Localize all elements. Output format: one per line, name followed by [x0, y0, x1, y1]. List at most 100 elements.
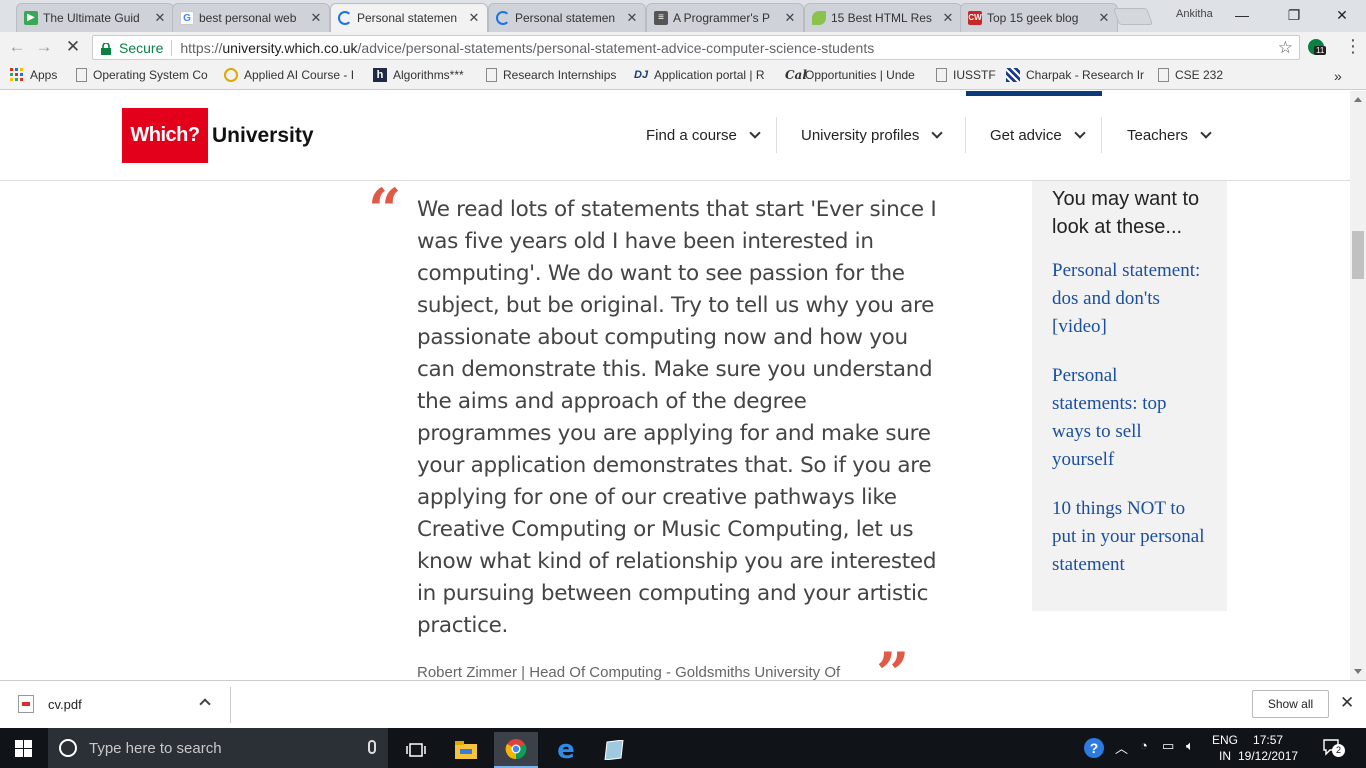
bookmark-opportunities[interactable]: Cal Opportunities | Unde: [785, 68, 919, 82]
secure-label: Secure: [119, 39, 173, 56]
bookmark-apps[interactable]: Apps: [10, 68, 57, 82]
page-scrollbar[interactable]: [1350, 91, 1366, 680]
nav-teachers[interactable]: Teachers: [1127, 115, 1212, 155]
chevron-up-icon[interactable]: [199, 698, 211, 710]
bookmark-label: Opportunities | Unde: [805, 68, 915, 82]
bookmark-iusstf[interactable]: IUSSTF: [936, 68, 996, 82]
new-tab-button[interactable]: [1112, 8, 1154, 25]
close-tab-icon[interactable]: ✕: [309, 10, 323, 26]
browser-toolbar: ← → ✕ Secure https://university.which.co…: [0, 32, 1366, 62]
page-icon: [936, 68, 947, 82]
chevron-down-icon: [1200, 127, 1212, 139]
tab-personal-statement-active[interactable]: Personal statemen ✕: [330, 3, 488, 32]
page-icon: [486, 68, 497, 82]
tab-ultimate-guide[interactable]: ▶ The Ultimate Guid ✕: [16, 3, 174, 32]
help-icon[interactable]: ?: [1084, 738, 1104, 758]
more-bookmarks-icon[interactable]: »: [1334, 68, 1342, 84]
quote-text: We read lots of statements that start 'E…: [417, 197, 937, 638]
maximize-button[interactable]: ❐: [1274, 4, 1314, 26]
open-quote-mark: “: [368, 176, 401, 244]
bookmark-charpak[interactable]: Charpak - Research Ir: [1006, 68, 1144, 82]
related-link-top-ways[interactable]: Personal statements: top ways to sell yo…: [1052, 362, 1207, 474]
menu-icon[interactable]: ⋮: [1344, 36, 1362, 57]
chrome-icon[interactable]: [494, 732, 538, 768]
pinned-app-icon[interactable]: [592, 732, 636, 768]
address-bar[interactable]: Secure https://university.which.co.uk/ad…: [92, 35, 1300, 60]
close-window-button[interactable]: ✕: [1322, 4, 1362, 26]
tab-geek-blogs[interactable]: CW Top 15 geek blog ✕: [960, 3, 1118, 32]
bookmark-label: Research Internships: [503, 68, 617, 82]
tab-personal-statement[interactable]: Personal statemen ✕: [488, 3, 646, 32]
show-hidden-icons-icon[interactable]: ︿: [1115, 738, 1128, 757]
search-placeholder: Type here to search: [89, 739, 222, 757]
battery-icon[interactable]: ▭: [1162, 738, 1174, 754]
profile-name[interactable]: Ankitha: [1176, 8, 1213, 20]
bookmark-cse-232[interactable]: CSE 232: [1158, 68, 1223, 82]
nav-get-advice[interactable]: Get advice: [990, 115, 1086, 155]
close-tab-icon[interactable]: ✕: [941, 10, 955, 26]
pdf-file-icon: [18, 695, 34, 713]
file-explorer-icon[interactable]: [444, 732, 488, 768]
input-language[interactable]: ENG IN: [1212, 732, 1238, 764]
bookmark-research-internships[interactable]: Research Internships: [486, 68, 616, 82]
nav-divider: [1101, 117, 1102, 153]
bookmarks-bar: Apps Operating System Co Applied AI Cour…: [0, 62, 1366, 90]
download-filename: cv.pdf: [48, 696, 82, 712]
region-code: IN: [1219, 749, 1231, 763]
forward-icon[interactable]: →: [33, 36, 55, 58]
loading-icon: [338, 11, 352, 25]
task-view-icon[interactable]: [394, 732, 438, 768]
close-quote-mark: ”: [876, 640, 909, 680]
dj-logo-icon: DJ: [634, 69, 649, 81]
bookmark-label: Applied AI Course - I: [244, 68, 355, 82]
nav-divider: [776, 117, 777, 153]
nav-university-profiles[interactable]: University profiles: [801, 115, 944, 155]
windows-start-icon[interactable]: [15, 740, 32, 757]
volume-icon[interactable]: 🔈︎: [1186, 738, 1194, 754]
which-university-logo[interactable]: Which? University: [122, 108, 314, 163]
logo-university: University: [212, 123, 314, 147]
bookmark-application-portal[interactable]: DJ Application portal | R: [634, 68, 770, 82]
nav-label: Get advice: [990, 126, 1062, 144]
tab-html-resources[interactable]: 15 Best HTML Res ✕: [804, 3, 962, 32]
scroll-up-arrow-icon[interactable]: [1354, 97, 1362, 102]
stop-loading-icon[interactable]: ✕: [62, 36, 84, 58]
tab-best-personal-web[interactable]: G best personal web ✕: [172, 3, 330, 32]
scroll-thumb[interactable]: [1352, 231, 1364, 279]
edge-icon[interactable]: e: [544, 732, 588, 768]
nav-label: Find a course: [646, 126, 737, 144]
taskbar-search[interactable]: Type here to search: [48, 728, 388, 768]
close-shelf-icon[interactable]: ✕: [1340, 693, 1354, 713]
nav-find-a-course[interactable]: Find a course: [646, 115, 761, 155]
tab-programmers[interactable]: ≡ A Programmer's P ✕: [646, 3, 804, 32]
close-tab-icon[interactable]: ✕: [153, 10, 167, 26]
active-nav-indicator: [966, 91, 1102, 96]
tab-label: 15 Best HTML Res: [831, 11, 932, 25]
download-item-cv[interactable]: cv.pdf: [18, 695, 82, 713]
bookmark-label: Charpak - Research Ir: [1026, 68, 1144, 82]
bookmark-operating-system[interactable]: Operating System Co: [76, 68, 210, 82]
related-link-10-things-not[interactable]: 10 things NOT to put in your personal st…: [1052, 495, 1207, 579]
bookmark-applied-ai[interactable]: Applied AI Course - I: [224, 68, 360, 82]
bookmark-algorithms[interactable]: h Algorithms***: [373, 68, 464, 82]
show-all-button[interactable]: Show all: [1252, 690, 1329, 718]
related-link-dos-and-donts[interactable]: Personal statement: dos and don'ts [vide…: [1052, 257, 1207, 341]
back-icon[interactable]: ←: [6, 36, 28, 58]
close-tab-icon[interactable]: ✕: [467, 10, 481, 26]
minimize-button[interactable]: —: [1222, 4, 1262, 26]
chevron-down-icon: [1074, 127, 1086, 139]
url-text[interactable]: https://university.which.co.uk/advice/pe…: [180, 40, 874, 56]
microphone-icon[interactable]: [368, 740, 376, 754]
network-icon[interactable]: ◔: [1140, 738, 1148, 753]
system-clock[interactable]: 17:57 19/12/2017: [1238, 732, 1298, 764]
extension-icon[interactable]: 11: [1308, 39, 1327, 55]
language-code: ENG: [1212, 733, 1239, 747]
action-center-icon[interactable]: 2: [1322, 738, 1345, 757]
close-tab-icon[interactable]: ✕: [783, 10, 797, 26]
close-tab-icon[interactable]: ✕: [625, 10, 639, 26]
scroll-down-arrow-icon[interactable]: [1354, 669, 1362, 674]
bookmark-star-icon[interactable]: ☆: [1278, 38, 1293, 58]
extension-badge: 11: [1314, 46, 1327, 55]
close-tab-icon[interactable]: ✕: [1097, 10, 1111, 26]
circle-logo-icon: [224, 68, 238, 82]
